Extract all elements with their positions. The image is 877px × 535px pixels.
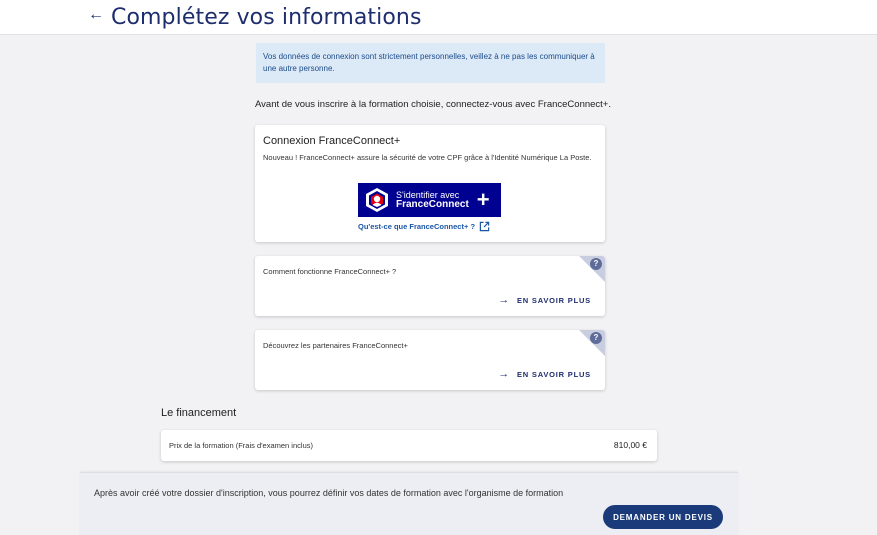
help-card-how-it-works: ? Comment fonctionne FranceConnect+ ? → … [255, 256, 605, 316]
what-is-franceconnect-link[interactable]: Qu'est-ce que FranceConnect+ ? [358, 221, 490, 232]
franceconnect-button-label: S'identifier avec FranceConnect [396, 190, 469, 210]
franceconnect-login-button[interactable]: S'identifier avec FranceConnect + [358, 183, 501, 217]
help-card-text: Découvrez les partenaires FranceConnect+ [263, 341, 408, 350]
help-card-text: Comment fonctionne FranceConnect+ ? [263, 267, 397, 276]
franceconnect-card: Connexion FranceConnect+ Nouveau ! Franc… [255, 125, 605, 242]
arrow-left-icon[interactable]: ← [88, 6, 104, 24]
question-icon: ? [590, 258, 602, 270]
external-link-icon [479, 221, 490, 232]
price-label: Prix de la formation (Frais d'examen inc… [169, 441, 313, 450]
franceconnect-title: Connexion FranceConnect+ [263, 135, 401, 147]
plus-icon: + [476, 187, 490, 212]
page-title: Complétez vos informations [111, 5, 422, 30]
price-value: 810,00 € [613, 440, 647, 450]
learn-more-link[interactable]: → EN SAVOIR PLUS [498, 368, 591, 380]
price-card: Prix de la formation (Frais d'examen inc… [161, 430, 657, 461]
top-bar: ← Complétez vos informations [0, 0, 877, 35]
arrow-right-icon: → [498, 294, 510, 306]
franceconnect-description: Nouveau ! FranceConnect+ assure la sécur… [263, 153, 592, 162]
franceconnect-logo-icon [366, 188, 388, 212]
footer-text: Après avoir créé votre dossier d'inscrip… [94, 488, 564, 498]
request-quote-button[interactable]: DEMANDER UN DEVIS [603, 505, 723, 529]
info-banner: Vos données de connexion sont strictemen… [256, 43, 605, 83]
arrow-right-icon: → [498, 368, 510, 380]
question-icon: ? [590, 332, 602, 344]
help-card-partners: ? Découvrez les partenaires FranceConnec… [255, 330, 605, 390]
learn-more-link[interactable]: → EN SAVOIR PLUS [498, 294, 591, 306]
intro-text: Avant de vous inscrire à la formation ch… [255, 99, 611, 110]
financement-title: Le financement [161, 407, 237, 419]
footer-panel: Après avoir créé votre dossier d'inscrip… [80, 472, 738, 535]
